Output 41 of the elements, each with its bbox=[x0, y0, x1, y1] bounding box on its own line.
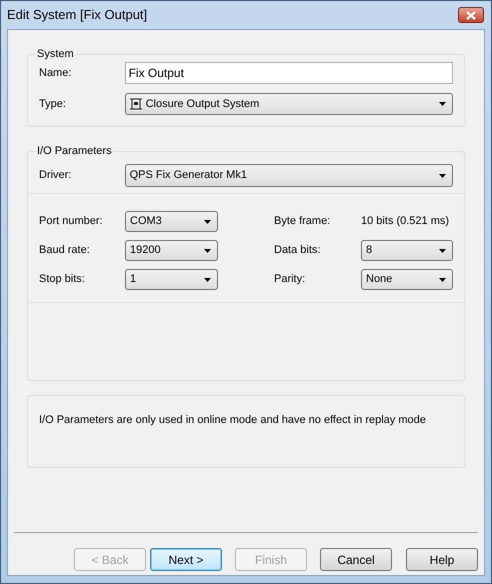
dropdown-value: 8 bbox=[366, 243, 372, 258]
field-label: Parity: bbox=[274, 272, 306, 288]
dropdown-arrow-icon bbox=[439, 278, 446, 282]
field-label: Type: bbox=[39, 96, 67, 112]
dropdown-value: None bbox=[366, 272, 392, 288]
dropdown[interactable]: None bbox=[361, 269, 453, 290]
value-text: 10 bits (0.521 ms) bbox=[361, 214, 450, 230]
driver-dropdown[interactable]: QPS Fix Generator Mk1 bbox=[124, 164, 453, 187]
dropdown-arrow-icon bbox=[439, 174, 446, 178]
field-label: Byte frame: bbox=[274, 214, 332, 230]
field-label: Data bits: bbox=[274, 243, 322, 258]
dropdown-value: 1 bbox=[130, 272, 136, 288]
info-text: I/O Parameters are only used in online mode and have no effect in replay mode bbox=[39, 413, 427, 428]
close-button[interactable] bbox=[458, 7, 484, 23]
dialog-button[interactable]: Cancel bbox=[320, 548, 392, 571]
field-label: Name: bbox=[39, 66, 72, 81]
dropdown-value: Closure Output System bbox=[146, 96, 260, 112]
dropdown-arrow-icon bbox=[439, 102, 446, 106]
close-icon bbox=[466, 10, 476, 20]
dialog-button[interactable]: Next > bbox=[150, 548, 222, 571]
dropdown[interactable]: COM3 bbox=[125, 211, 218, 232]
dropdown-value: QPS Fix Generator Mk1 bbox=[130, 168, 247, 184]
field-label: Baud rate: bbox=[39, 243, 91, 258]
dropdown[interactable]: 1 bbox=[125, 269, 218, 290]
device-icon bbox=[128, 98, 143, 110]
field-label: Stop bits: bbox=[39, 272, 86, 288]
dropdown-arrow-icon bbox=[204, 220, 211, 224]
name-field[interactable]: Fix Output bbox=[124, 62, 453, 84]
type-dropdown[interactable]: Closure Output System bbox=[124, 93, 453, 115]
window-title: Edit System [Fix Output] bbox=[7, 6, 148, 24]
dialog-button[interactable]: Help bbox=[406, 548, 478, 571]
dropdown[interactable]: 8 bbox=[361, 240, 453, 261]
field-label: Driver: bbox=[39, 168, 72, 184]
dropdown[interactable]: 19200 bbox=[125, 240, 218, 261]
group-title: System bbox=[36, 46, 75, 62]
dropdown-value: COM3 bbox=[130, 214, 162, 230]
dropdown-value: 19200 bbox=[130, 243, 161, 258]
dropdown-arrow-icon bbox=[204, 278, 211, 282]
field-label: Port number: bbox=[39, 214, 104, 230]
dropdown-arrow-icon bbox=[439, 248, 446, 252]
dropdown-arrow-icon bbox=[204, 248, 211, 252]
